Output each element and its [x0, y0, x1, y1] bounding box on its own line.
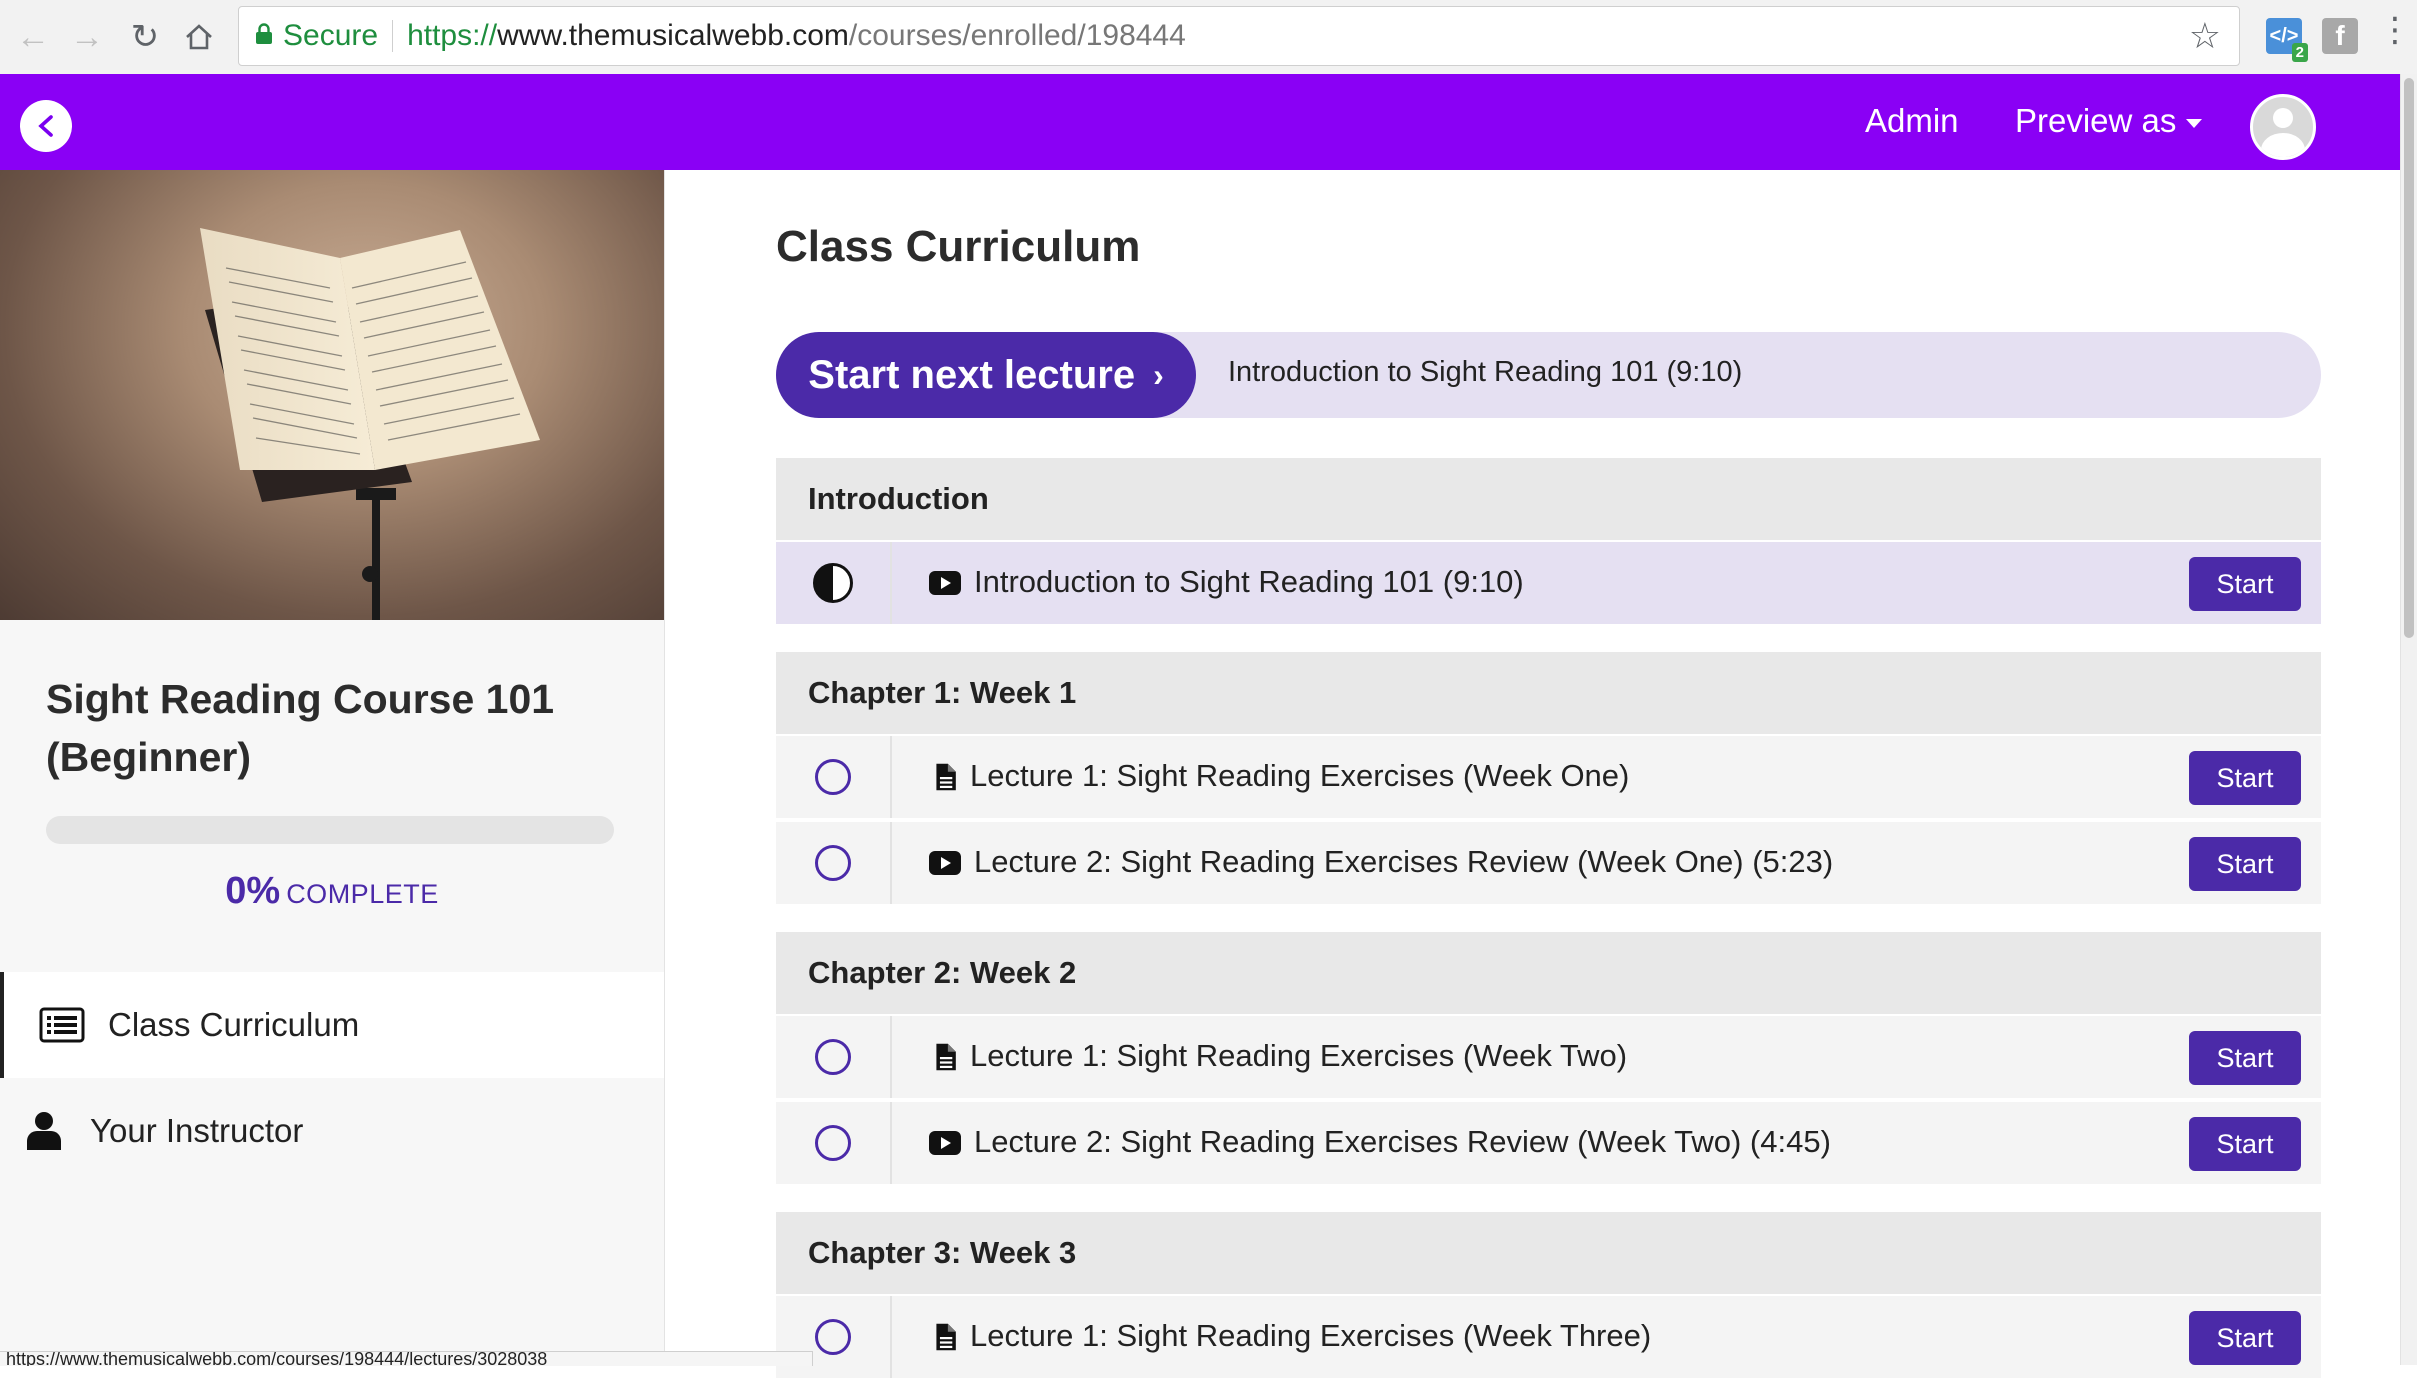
course-progress-bar [46, 816, 614, 844]
incomplete-circle-icon [815, 759, 851, 795]
user-icon [18, 1111, 70, 1151]
start-next-lecture-button[interactable]: Start next lecture › [776, 332, 1196, 418]
course-sidebar: Sight Reading Course 101 (Beginner) 0% CO… [0, 170, 665, 1365]
extension-badge: 2 [2291, 43, 2308, 62]
start-lecture-button[interactable]: Start [2189, 557, 2301, 611]
lecture-row[interactable]: Lecture 2: Sight Reading Exercises Revie… [776, 1100, 2321, 1184]
chevron-left-icon [38, 115, 53, 137]
url-host: www.themusicalwebb.com [497, 19, 849, 52]
lecture-status [776, 1102, 892, 1184]
lecture-row[interactable]: Introduction to Sight Reading 101 (9:10)… [776, 540, 2321, 624]
lecture-status [776, 736, 892, 818]
admin-link[interactable]: Admin [1865, 102, 1959, 140]
half-complete-icon [813, 563, 853, 603]
start-lecture-button[interactable]: Start [2189, 1117, 2301, 1171]
caret-down-icon [2186, 118, 2203, 128]
incomplete-circle-icon [815, 1319, 851, 1355]
code-extension-icon[interactable]: </> 2 [2266, 18, 2308, 62]
video-icon [929, 571, 961, 595]
forward-arrow-icon[interactable]: → [64, 14, 110, 60]
link-hover-status: https://www.themusicalwebb.com/courses/1… [0, 1351, 813, 1366]
secure-label: Secure [283, 19, 379, 52]
page-scrollbar[interactable] [2400, 74, 2417, 1365]
home-icon[interactable] [176, 14, 222, 60]
user-avatar[interactable] [2250, 94, 2316, 160]
sidebar-item-your-instructor[interactable]: Your Instructor [0, 1078, 664, 1184]
site-header: Admin Preview as [0, 74, 2400, 170]
course-title: Sight Reading Course 101 (Beginner) [46, 676, 555, 780]
lecture-row[interactable]: Lecture 1: Sight Reading Exercises (Week… [776, 1014, 2321, 1098]
course-hero-image [0, 170, 664, 620]
sidebar-item-label: Your Instructor [90, 1112, 304, 1149]
sidebar-item-label: Class Curriculum [108, 1006, 360, 1043]
lecture-row[interactable]: Lecture 1: Sight Reading Exercises (Week… [776, 1294, 2321, 1378]
list-icon [36, 1007, 88, 1043]
lecture-row[interactable]: Lecture 2: Sight Reading Exercises Revie… [776, 820, 2321, 904]
lecture-row[interactable]: Lecture 1: Sight Reading Exercises (Week… [776, 734, 2321, 818]
lecture-status [776, 822, 892, 904]
sheet-music-image [200, 228, 540, 620]
avatar-body [2261, 133, 2305, 157]
incomplete-circle-icon [815, 845, 851, 881]
section-header: Chapter 2: Week 2 [776, 932, 2321, 1014]
preview-as-label: Preview as [2015, 102, 2177, 139]
document-icon [936, 763, 956, 791]
next-lecture-title[interactable]: Introduction to Sight Reading 101 (9:10) [1228, 356, 1742, 389]
document-icon [936, 1043, 956, 1071]
next-lecture-bar: Start next lecture › Introduction to Sigh… [776, 332, 2321, 418]
incomplete-circle-icon [815, 1125, 851, 1161]
preview-as-dropdown[interactable]: Preview as [2015, 102, 2203, 140]
facebook-extension-icon[interactable]: f [2322, 18, 2358, 54]
video-icon [929, 851, 961, 875]
incomplete-circle-icon [815, 1039, 851, 1075]
video-icon [929, 1131, 961, 1155]
url-scheme: https:// [407, 19, 498, 52]
section-header: Introduction [776, 458, 2321, 540]
start-next-lecture-label: Start next lecture [808, 352, 1136, 397]
back-arrow-icon[interactable]: ← [10, 14, 56, 60]
lecture-title[interactable]: Lecture 1: Sight Reading Exercises (Week… [970, 1038, 1627, 1074]
reload-icon[interactable]: ↻ [122, 14, 168, 60]
document-icon [936, 1323, 956, 1351]
curriculum-panel: Class Curriculum Start next lecture › Int… [696, 170, 2400, 1378]
browser-menu-icon[interactable]: ⋮ [2378, 10, 2412, 50]
start-lecture-button[interactable]: Start [2189, 1311, 2301, 1365]
section-header: Chapter 3: Week 3 [776, 1212, 2321, 1294]
url-path: /courses/enrolled/198444 [848, 19, 1186, 52]
start-lecture-button[interactable]: Start [2189, 751, 2301, 805]
page-title: Class Curriculum [776, 222, 1141, 271]
lecture-title[interactable]: Lecture 2: Sight Reading Exercises Revie… [974, 844, 1833, 880]
back-to-courses-button[interactable] [20, 100, 72, 152]
start-lecture-button[interactable]: Start [2189, 1031, 2301, 1085]
progress-label: COMPLETE [286, 879, 439, 909]
lecture-title[interactable]: Lecture 2: Sight Reading Exercises Revie… [974, 1124, 1831, 1160]
progress-percent: 0% [225, 870, 281, 912]
chevron-right-icon: › [1153, 356, 1164, 393]
scrollbar-thumb[interactable] [2404, 78, 2414, 638]
sidebar-item-class-curriculum[interactable]: Class Curriculum [0, 972, 664, 1078]
bookmark-star-icon[interactable]: ☆ [2189, 15, 2221, 57]
progress-summary: 0% COMPLETE [0, 870, 664, 913]
lecture-title[interactable]: Lecture 1: Sight Reading Exercises (Week… [970, 1318, 1651, 1354]
avatar-head [2273, 108, 2293, 128]
section-header: Chapter 1: Week 1 [776, 652, 2321, 734]
start-lecture-button[interactable]: Start [2189, 837, 2301, 891]
address-divider [392, 20, 394, 52]
lock-icon [255, 21, 273, 52]
lecture-status [776, 542, 892, 624]
lecture-title[interactable]: Lecture 1: Sight Reading Exercises (Week… [970, 758, 1629, 794]
lecture-status [776, 1016, 892, 1098]
lecture-title[interactable]: Introduction to Sight Reading 101 (9:10) [974, 564, 1524, 600]
address-bar[interactable]: Secure https:// www.themusicalwebb.com /… [238, 6, 2240, 66]
browser-toolbar: ← → ↻ Secure https:// www.themusicalwebb… [0, 0, 2417, 75]
